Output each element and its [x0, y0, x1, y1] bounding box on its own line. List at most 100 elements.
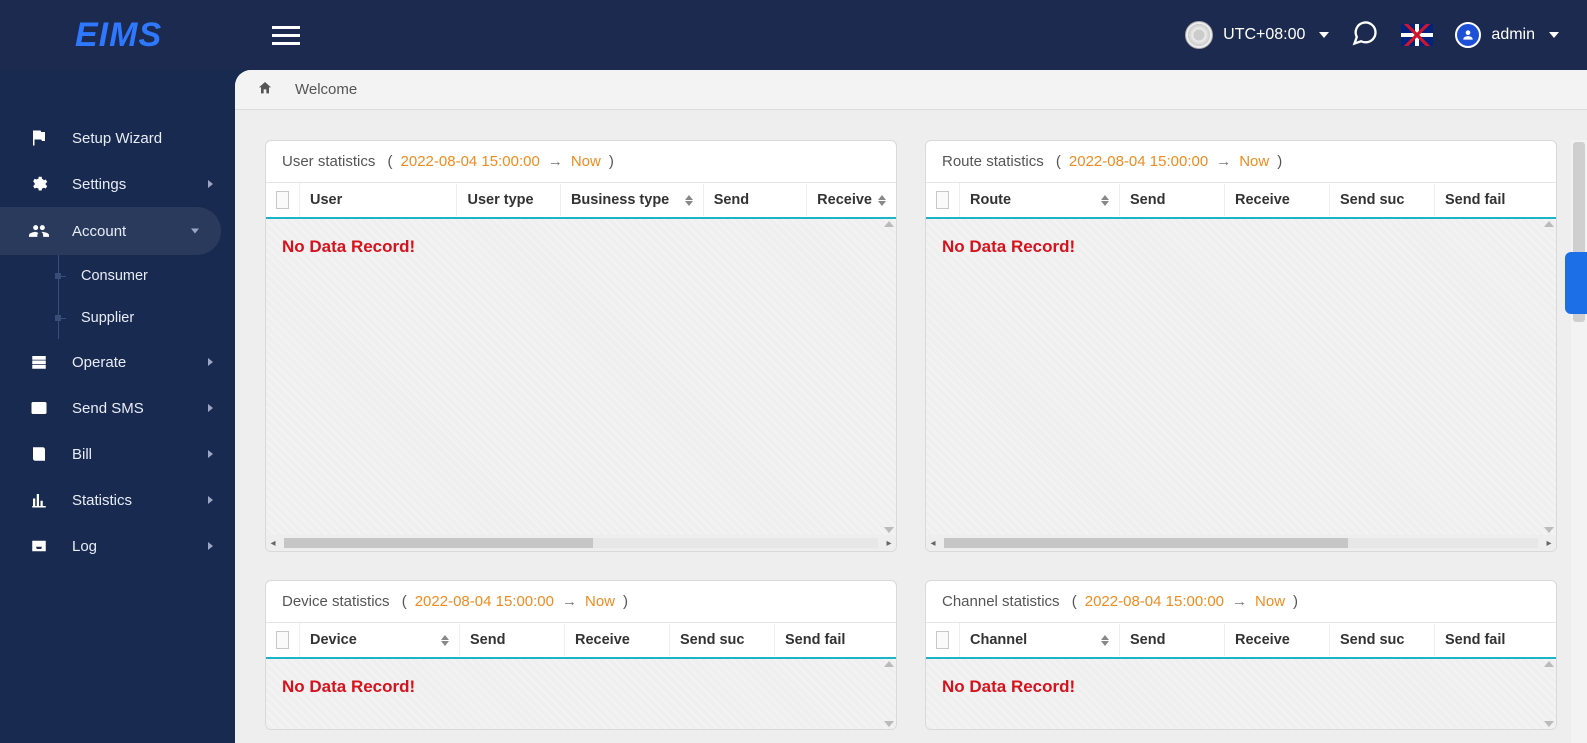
- col-header[interactable]: Receive: [575, 632, 630, 648]
- horizontal-scrollbar[interactable]: ◂ ▸: [926, 535, 1556, 551]
- timezone-selector[interactable]: UTC+08:00: [1185, 21, 1329, 49]
- sort-icon[interactable]: [1101, 195, 1109, 206]
- date-to: Now: [571, 153, 601, 170]
- table-header: User User type Business type Send Receiv…: [266, 183, 896, 219]
- panel-route-statistics: Route statistics ( 2022-08-04 15:00:00 →…: [925, 140, 1557, 552]
- sidebar-item-statistics[interactable]: Statistics: [0, 477, 235, 523]
- col-header[interactable]: Receive: [1235, 632, 1290, 648]
- no-data-message: No Data Record!: [926, 219, 1556, 275]
- panel-title: User statistics: [282, 153, 375, 170]
- vertical-scrollbar[interactable]: [882, 219, 896, 535]
- select-all-checkbox[interactable]: [936, 191, 949, 209]
- col-header[interactable]: User type: [467, 192, 533, 208]
- sidebar-subitem-label: Supplier: [81, 310, 134, 326]
- scroll-right-icon[interactable]: ▸: [1542, 536, 1556, 550]
- tabbar: Welcome: [235, 70, 1587, 110]
- sidebar-item-log[interactable]: Log: [0, 523, 235, 569]
- col-header[interactable]: User: [310, 192, 342, 208]
- col-header[interactable]: Channel: [970, 632, 1027, 648]
- panel-title: Route statistics: [942, 153, 1044, 170]
- sidebar-item-send-sms[interactable]: Send SMS: [0, 385, 235, 431]
- col-header[interactable]: Send suc: [1340, 632, 1404, 648]
- date-to: Now: [585, 593, 615, 610]
- col-header[interactable]: Route: [970, 192, 1011, 208]
- vertical-scrollbar[interactable]: [1542, 219, 1556, 535]
- chat-icon[interactable]: [1351, 19, 1379, 52]
- date-from: 2022-08-04 15:00:00: [1085, 593, 1224, 610]
- side-drawer-handle[interactable]: [1565, 252, 1587, 314]
- tree-node-icon: [55, 273, 61, 279]
- col-header[interactable]: Send fail: [1445, 192, 1505, 208]
- sidebar-item-bill[interactable]: Bill: [0, 431, 235, 477]
- sidebar-item-label: Statistics: [72, 492, 132, 509]
- col-header[interactable]: Send fail: [1445, 632, 1505, 648]
- user-menu[interactable]: admin: [1455, 22, 1559, 48]
- inbox-icon: [28, 537, 50, 555]
- scroll-left-icon[interactable]: ◂: [266, 536, 280, 550]
- content: User statistics ( 2022-08-04 15:00:00 → …: [235, 110, 1587, 743]
- col-header[interactable]: Send: [714, 192, 749, 208]
- arrow-right-icon: →: [1216, 153, 1231, 170]
- main-area: Welcome User statistics ( 2022-08-04 15:…: [235, 70, 1587, 743]
- sidebar-item-operate[interactable]: Operate: [0, 339, 235, 385]
- brand-logo: EIMS: [75, 16, 162, 55]
- col-header[interactable]: Business type: [571, 192, 669, 208]
- col-header[interactable]: Send: [1130, 192, 1165, 208]
- language-flag-icon[interactable]: [1401, 24, 1433, 46]
- no-data-message: No Data Record!: [266, 659, 896, 715]
- scroll-left-icon[interactable]: ◂: [926, 536, 940, 550]
- users-icon: [28, 221, 50, 241]
- panel-title: Device statistics: [282, 593, 390, 610]
- sort-icon[interactable]: [441, 635, 449, 646]
- col-header[interactable]: Device: [310, 632, 357, 648]
- tree-node-icon: [55, 315, 61, 321]
- topbar: EIMS UTC+08:00 admin: [0, 0, 1587, 70]
- envelope-icon: [28, 399, 50, 417]
- col-header[interactable]: Receive: [1235, 192, 1290, 208]
- select-all-checkbox[interactable]: [276, 191, 289, 209]
- date-from: 2022-08-04 15:00:00: [401, 153, 540, 170]
- col-header[interactable]: Send fail: [785, 632, 845, 648]
- sidebar-item-settings[interactable]: Settings: [0, 161, 235, 207]
- col-header[interactable]: Send: [1130, 632, 1165, 648]
- panel-device-statistics: Device statistics ( 2022-08-04 15:00:00 …: [265, 580, 897, 730]
- select-all-checkbox[interactable]: [276, 631, 289, 649]
- date-to: Now: [1239, 153, 1269, 170]
- sort-icon[interactable]: [1101, 635, 1109, 646]
- col-header[interactable]: Send suc: [680, 632, 744, 648]
- tab-welcome[interactable]: Welcome: [295, 81, 357, 98]
- timezone-label: UTC+08:00: [1223, 26, 1305, 44]
- vertical-scrollbar[interactable]: [1542, 659, 1556, 729]
- date-from: 2022-08-04 15:00:00: [1069, 153, 1208, 170]
- sidebar-subitem-consumer[interactable]: Consumer: [59, 255, 235, 297]
- sort-icon[interactable]: [878, 195, 886, 206]
- topbar-right: UTC+08:00 admin: [1185, 19, 1587, 52]
- sidebar-item-label: Bill: [72, 446, 92, 463]
- arrow-right-icon: →: [548, 153, 563, 170]
- table-body: No Data Record!: [926, 219, 1556, 535]
- select-all-checkbox[interactable]: [936, 631, 949, 649]
- page-scrollbar[interactable]: [1571, 140, 1587, 743]
- sidebar-item-label: Setup Wizard: [72, 130, 162, 147]
- sidebar-item-label: Operate: [72, 354, 126, 371]
- sidebar-item-account[interactable]: Account: [0, 207, 221, 255]
- sidebar-item-label: Send SMS: [72, 400, 144, 417]
- menu-toggle-icon[interactable]: [272, 21, 300, 50]
- col-header[interactable]: Send suc: [1340, 192, 1404, 208]
- date-from: 2022-08-04 15:00:00: [415, 593, 554, 610]
- sidebar-subitem-supplier[interactable]: Supplier: [59, 297, 235, 339]
- sidebar-item-setup-wizard[interactable]: Setup Wizard: [0, 115, 235, 161]
- col-header[interactable]: Send: [470, 632, 505, 648]
- vertical-scrollbar[interactable]: [882, 659, 896, 729]
- table-body: No Data Record!: [926, 659, 1556, 729]
- sort-icon[interactable]: [685, 195, 693, 206]
- panel-user-statistics: User statistics ( 2022-08-04 15:00:00 → …: [265, 140, 897, 552]
- scroll-right-icon[interactable]: ▸: [882, 536, 896, 550]
- horizontal-scrollbar[interactable]: ◂ ▸: [266, 535, 896, 551]
- home-icon[interactable]: [257, 80, 273, 100]
- arrow-right-icon: →: [1232, 593, 1247, 610]
- no-data-message: No Data Record!: [926, 659, 1556, 715]
- no-data-message: No Data Record!: [266, 219, 896, 275]
- col-header[interactable]: Receive: [817, 192, 872, 208]
- globe-icon: [1185, 21, 1213, 49]
